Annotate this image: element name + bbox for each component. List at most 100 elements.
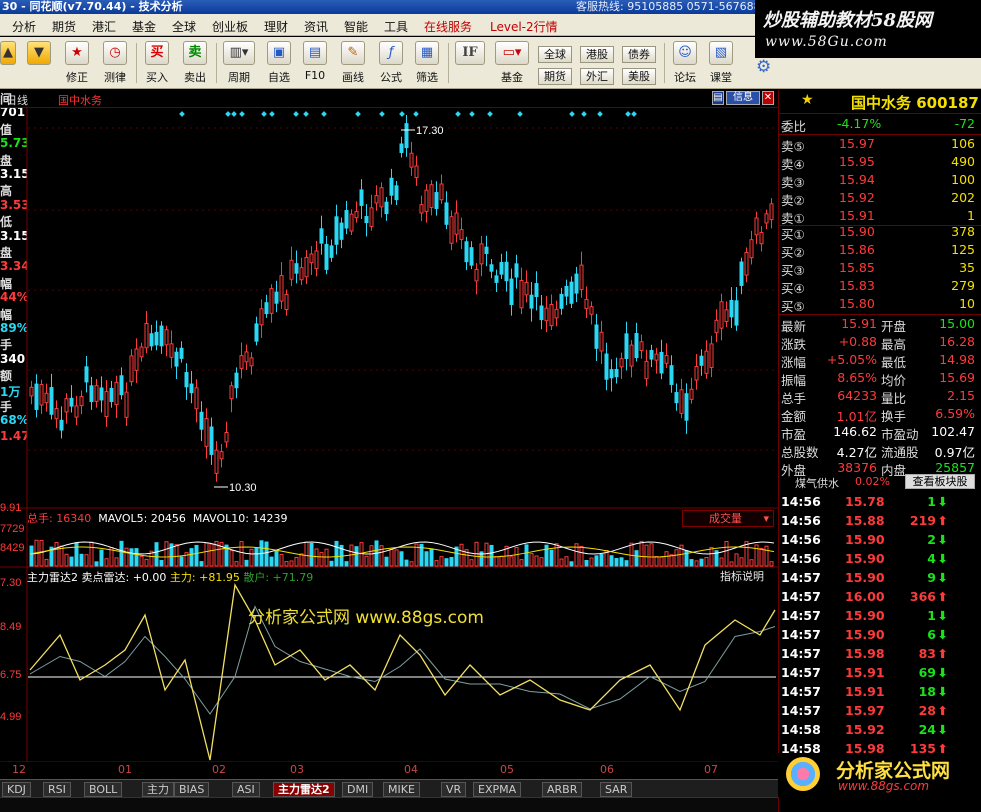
candle-body [159, 325, 164, 347]
tab-4[interactable]: BIAS [174, 782, 210, 797]
price-grid [0, 108, 778, 762]
tick-price: 15.90 [845, 532, 885, 547]
tab-6[interactable]: 主力雷达2 [273, 782, 335, 797]
volume-bar [369, 545, 374, 567]
sells-label: 卖③ [781, 175, 805, 190]
menu-hk-fx[interactable]: 港汇 [92, 18, 116, 35]
menu-analysis[interactable]: 分析 [12, 18, 36, 35]
tab-11[interactable]: ARBR [542, 782, 583, 797]
toolbar-btn-cycle[interactable]: ▥▾ 周期 [222, 41, 256, 87]
menu-fund[interactable]: 基金 [132, 18, 156, 35]
candle-body [384, 201, 389, 215]
tab-1[interactable]: RSI [43, 782, 71, 797]
tick-time: 14:56 [781, 494, 821, 509]
star-icon[interactable]: ★ [801, 92, 814, 108]
toolbar-us-button[interactable]: 美股 [622, 68, 656, 85]
stat-value: 15.69 [939, 370, 975, 385]
tab-12[interactable]: SAR [600, 782, 633, 797]
candle-body [454, 212, 459, 235]
tick-price: 15.78 [845, 494, 885, 509]
divider [779, 134, 981, 135]
toolbar-futures-button[interactable]: 期货 [538, 68, 572, 85]
candle-body [634, 333, 639, 359]
menu-tools[interactable]: 工具 [384, 18, 408, 35]
volume-indicator-select[interactable]: 成交量 ▾ [682, 510, 774, 527]
volume-bar [629, 542, 634, 567]
candle-body [514, 263, 519, 278]
indicator-help-button[interactable]: 指标说明 [720, 568, 764, 584]
toolbar-fx-button[interactable]: 外汇 [580, 68, 614, 85]
settings-gear-icon[interactable]: ⚙ [756, 57, 771, 77]
candle-body [269, 288, 274, 314]
menu-news[interactable]: 资讯 [304, 18, 328, 35]
menu-online-service[interactable]: 在线服务 [424, 18, 472, 35]
toolbar-label-measure: 测律 [104, 71, 126, 84]
candle-body [614, 368, 619, 378]
candle-body [434, 192, 439, 209]
toolbar-btn-sell[interactable]: 卖卖出 [180, 41, 210, 87]
toolbar-hk-button[interactable]: 港股 [580, 46, 614, 63]
toolbar-btn-buy[interactable]: 买买入 [142, 41, 172, 87]
candle-body [559, 293, 564, 309]
toolbar-label-fund: 基金 [501, 71, 523, 84]
menu-futures[interactable]: 期货 [52, 18, 76, 35]
menu-smart[interactable]: 智能 [344, 18, 368, 35]
candle-body [149, 333, 154, 347]
toolbar-btn-favorite[interactable]: ▣ 自选 [264, 41, 294, 87]
candle-body [334, 216, 339, 245]
stat-label: 最低 [881, 355, 907, 370]
nav-back-button[interactable]: ▲ [0, 41, 16, 87]
volume-bar [54, 542, 59, 567]
stat-value: 14.98 [939, 352, 975, 367]
stat-row: 涨跌 +0.88 最高 16.28 [781, 334, 981, 352]
toolbar-btn-draw[interactable]: ✎ 画线 [338, 41, 368, 87]
menu-gem[interactable]: 创业板 [212, 18, 248, 35]
buys-label: 买① [781, 227, 805, 242]
tab-5[interactable]: ASI [232, 782, 260, 797]
main-force-value: 主力: +81.95 [169, 571, 240, 584]
view-sector-button[interactable]: 查看板块股 [905, 474, 975, 489]
toolbar-btn-fund[interactable]: ▭▾ 基金 [494, 41, 530, 87]
toolbar-global-button[interactable]: 全球 [538, 46, 572, 63]
toolbar-btn-classroom[interactable]: ▧ 课堂 [706, 41, 736, 87]
tab-9[interactable]: VR [441, 782, 467, 797]
tab-3[interactable]: 主力 [142, 782, 174, 797]
volume-bar [529, 553, 534, 567]
stat-label: 最新 [781, 319, 807, 334]
menu-finance[interactable]: 理财 [264, 18, 288, 35]
toolbar-btn-measure[interactable]: ◷ 测律 [100, 41, 130, 87]
volume-bar [424, 551, 429, 567]
toolbar-btn-filter[interactable]: ▦ 筛选 [412, 41, 442, 87]
tab-2[interactable]: BOLL [84, 782, 123, 797]
tab-7[interactable]: DMI [342, 782, 374, 797]
toolbar-btn-revise[interactable]: ★ 修正 [62, 41, 92, 87]
buys-row: 买③ 15.85 35 [781, 260, 981, 278]
nav-down-button[interactable]: ▼ [24, 41, 54, 87]
menu-global[interactable]: 全球 [172, 18, 196, 35]
tab-8[interactable]: MIKE [383, 782, 420, 797]
tab-10[interactable]: EXPMA [473, 782, 522, 797]
candle-body [429, 184, 434, 208]
volume-bar [619, 557, 624, 567]
volume-bar [129, 548, 134, 567]
pencil-icon: ✎ [341, 41, 365, 65]
candle-body [564, 285, 569, 297]
classroom-icon: ▧ [709, 41, 733, 65]
toolbar-btn-if[interactable]: IF [454, 41, 486, 87]
tab-0[interactable]: KDJ [2, 782, 31, 797]
stat-label: 金额 [781, 409, 807, 424]
candle-body [284, 293, 289, 310]
toolbar-bond-button[interactable]: 债券 [622, 46, 656, 63]
menu-level2[interactable]: Level-2行情 [490, 18, 558, 35]
stat-value: 102.47 [931, 424, 975, 439]
volume-bar [59, 545, 64, 567]
toolbar-btn-formula[interactable]: ƒ 公式 [376, 41, 406, 87]
sells-label: 卖④ [781, 157, 805, 172]
toolbar-btn-f10[interactable]: ▤ F10 [300, 41, 330, 87]
toolbar-btn-forum[interactable]: ☺ 论坛 [670, 41, 700, 87]
sells-label: 卖② [781, 193, 805, 208]
f10-icon: ▤ [303, 41, 327, 65]
candle-body [349, 213, 354, 232]
signal-dot [239, 111, 245, 117]
tick-price: 15.90 [845, 570, 885, 585]
